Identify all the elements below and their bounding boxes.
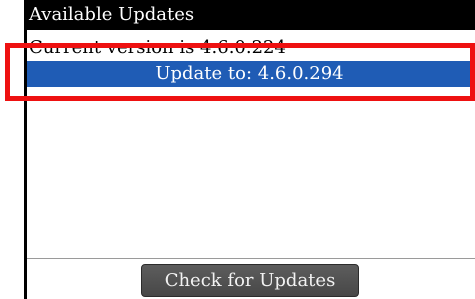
update-list-item[interactable]: Update to: 4.6.0.294 (24, 61, 475, 87)
current-version-label: Current version is 4.6.0.224 (29, 37, 286, 58)
window-title: Available Updates (24, 0, 475, 30)
divider (24, 258, 475, 259)
app-screen: Available Updates Current version is 4.6… (24, 0, 475, 299)
screen-left-border (24, 0, 27, 299)
check-for-updates-button[interactable]: Check for Updates (141, 264, 359, 297)
